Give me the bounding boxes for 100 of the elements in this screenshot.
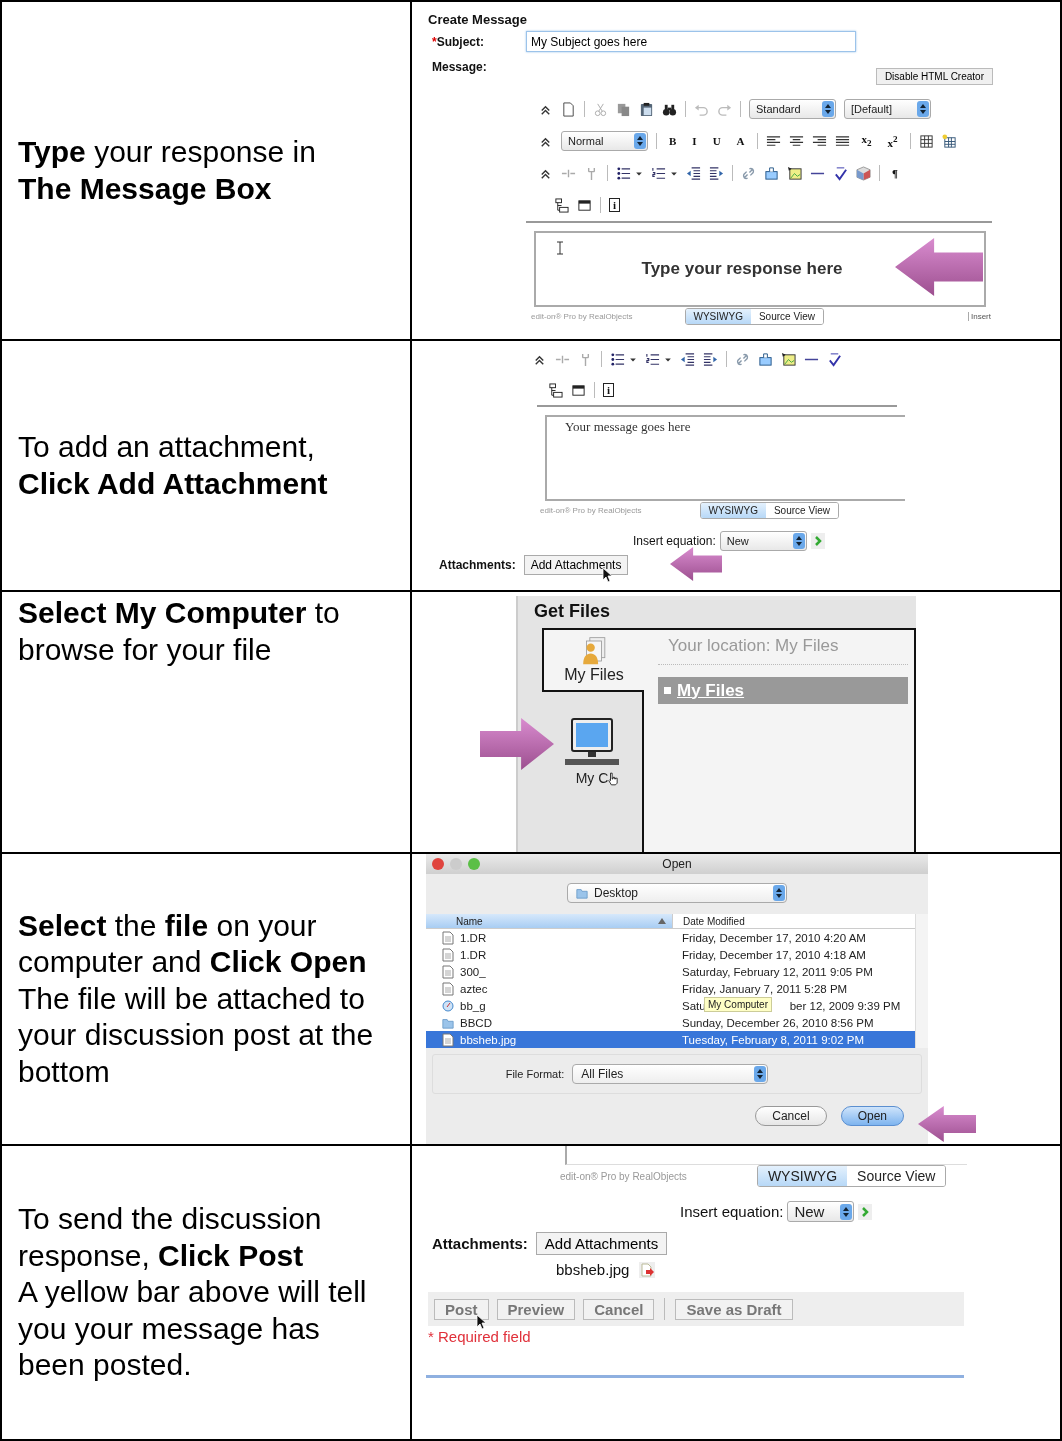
style-dropdown[interactable]: [Default] bbox=[844, 99, 931, 119]
equation-dropdown[interactable]: New bbox=[719, 531, 807, 551]
dialog-button[interactable]: Cancel bbox=[755, 1106, 827, 1126]
source-tab[interactable]: My C bbox=[542, 712, 642, 792]
remove-file-icon[interactable] bbox=[639, 1261, 656, 1278]
format-button[interactable]: I bbox=[688, 135, 701, 147]
window-icon[interactable] bbox=[577, 197, 592, 213]
file-name: aztec bbox=[460, 982, 488, 995]
view-tab[interactable]: WYSIWYG bbox=[757, 1166, 848, 1186]
bulleted-list-icon[interactable] bbox=[610, 351, 625, 367]
file-name-cell[interactable]: bb_g bbox=[426, 998, 672, 1013]
align-right-icon[interactable] bbox=[811, 133, 827, 149]
attached-file-name: bbsheb.jpg bbox=[556, 1261, 630, 1278]
image-icon[interactable] bbox=[787, 165, 802, 181]
file-name-cell[interactable]: 300_ bbox=[426, 964, 672, 979]
scrollbar[interactable] bbox=[915, 914, 928, 1048]
file-name-cell[interactable]: aztec bbox=[426, 981, 672, 996]
tree-icon[interactable] bbox=[548, 382, 563, 398]
numbered-list-icon[interactable] bbox=[651, 165, 666, 181]
message-editor[interactable]: Type your response here bbox=[534, 231, 986, 307]
subject-field[interactable]: My Subject goes here bbox=[526, 31, 856, 52]
file-name: 300_ bbox=[460, 965, 486, 978]
bookmark-icon[interactable] bbox=[764, 165, 779, 181]
stepper-icon bbox=[754, 1066, 767, 1082]
format-button[interactable]: x$^{2}$ bbox=[883, 133, 902, 149]
table-add-icon[interactable] bbox=[941, 133, 957, 149]
document-icon bbox=[442, 930, 454, 945]
editor-credit: edit-on® Pro by RealObjects bbox=[560, 1170, 687, 1182]
file-name: BBCD bbox=[460, 1016, 492, 1029]
format-button[interactable]: i bbox=[609, 198, 621, 212]
format-button[interactable]: U bbox=[708, 135, 725, 147]
justify-icon[interactable] bbox=[834, 133, 850, 149]
align-center-icon[interactable] bbox=[788, 133, 804, 149]
action-button[interactable]: Save as Draft bbox=[675, 1298, 793, 1320]
file-name-cell[interactable]: bbsheb.jpg bbox=[426, 1031, 672, 1048]
instruction-text: Select My Computer to browse for your file bbox=[18, 595, 340, 668]
file-format-dropdown[interactable]: All Files bbox=[572, 1064, 769, 1084]
editor-credit: edit-on® Pro by RealObjects bbox=[531, 312, 633, 321]
page-icon[interactable] bbox=[561, 101, 576, 117]
align-left-icon[interactable] bbox=[765, 133, 781, 149]
stepper-icon bbox=[840, 1203, 853, 1220]
view-tab[interactable]: WYSIWYG bbox=[700, 503, 766, 518]
message-editor[interactable]: Your message goes here bbox=[545, 415, 905, 501]
image-icon[interactable] bbox=[781, 351, 796, 367]
link-icon[interactable] bbox=[741, 165, 756, 181]
stepper-icon bbox=[773, 885, 785, 901]
indent-icon[interactable] bbox=[703, 351, 718, 367]
document-icon bbox=[442, 947, 454, 962]
action-button[interactable]: Cancel bbox=[583, 1298, 655, 1320]
stepper-icon bbox=[792, 533, 805, 549]
document-icon bbox=[442, 981, 454, 996]
file-name-cell[interactable]: 1.DR bbox=[426, 930, 672, 945]
instruction-text: To send the discussion response, Click Post A yellow bar above will tell you your message has been posted. bbox=[18, 1201, 367, 1384]
indent-icon[interactable] bbox=[709, 165, 724, 181]
link-icon[interactable] bbox=[735, 351, 750, 367]
instruction-text: Type your response in The Message Box bbox=[18, 134, 316, 207]
format-button[interactable]: A bbox=[732, 135, 749, 147]
numbered-list-icon[interactable] bbox=[645, 351, 660, 367]
spellcheck-icon[interactable] bbox=[833, 165, 848, 181]
copy-icon[interactable] bbox=[616, 101, 631, 117]
subject-label: *Subject: bbox=[431, 34, 485, 49]
pointer-arrow bbox=[918, 1106, 976, 1142]
add-attachments-button[interactable]: Add Attachments bbox=[523, 555, 629, 575]
format-button[interactable]: ¶ bbox=[888, 167, 902, 179]
location-dropdown[interactable]: Desktop bbox=[567, 883, 787, 903]
source-tab[interactable]: My Files bbox=[542, 628, 644, 692]
style-dropdown[interactable]: Standard bbox=[749, 99, 836, 119]
file-name-cell[interactable]: BBCD bbox=[426, 1015, 672, 1030]
tree-icon[interactable] bbox=[554, 197, 569, 213]
format-button[interactable]: x$_{2}$ bbox=[857, 133, 876, 149]
column-header[interactable]: Name bbox=[426, 914, 672, 928]
clipboard-icon[interactable] bbox=[639, 101, 654, 117]
action-button[interactable]: Preview bbox=[496, 1298, 576, 1320]
window-icon[interactable] bbox=[571, 382, 586, 398]
format-button[interactable]: B bbox=[665, 135, 681, 147]
outdent-icon[interactable] bbox=[680, 351, 695, 367]
outdent-icon[interactable] bbox=[686, 165, 701, 181]
format-button[interactable]: i bbox=[603, 383, 615, 397]
stepper-icon bbox=[917, 101, 929, 117]
view-tab[interactable]: WYSIWYG bbox=[685, 309, 751, 324]
add-attachments-button[interactable]: Add Attachments bbox=[535, 1232, 668, 1255]
equation-dropdown[interactable]: New bbox=[787, 1201, 855, 1222]
file-name-cell[interactable]: 1.DR bbox=[426, 947, 672, 962]
document-icon bbox=[442, 1032, 454, 1047]
cube-icon[interactable] bbox=[856, 165, 871, 181]
date-modified: Friday, December 17, 2010 4:18 AM bbox=[681, 948, 867, 961]
bookmark-icon[interactable] bbox=[758, 351, 773, 367]
spellcheck-icon[interactable] bbox=[827, 351, 842, 367]
insert-label: Insert bbox=[968, 312, 991, 321]
action-button[interactable]: Post bbox=[434, 1298, 489, 1320]
bulleted-list-icon[interactable] bbox=[616, 165, 631, 181]
style-dropdown[interactable]: Normal bbox=[561, 131, 648, 151]
location-text: Your location: My Files bbox=[658, 630, 908, 665]
hover-tooltip: My Computer bbox=[704, 997, 772, 1012]
table-icon[interactable] bbox=[918, 133, 934, 149]
disable-html-button[interactable]: Disable HTML Creator bbox=[875, 68, 993, 85]
instruction-overlay: Type your response here bbox=[641, 259, 843, 279]
close-button[interactable] bbox=[432, 858, 444, 870]
file-format-label: File Format: bbox=[505, 1068, 565, 1080]
dialog-button[interactable]: Open bbox=[840, 1106, 904, 1126]
